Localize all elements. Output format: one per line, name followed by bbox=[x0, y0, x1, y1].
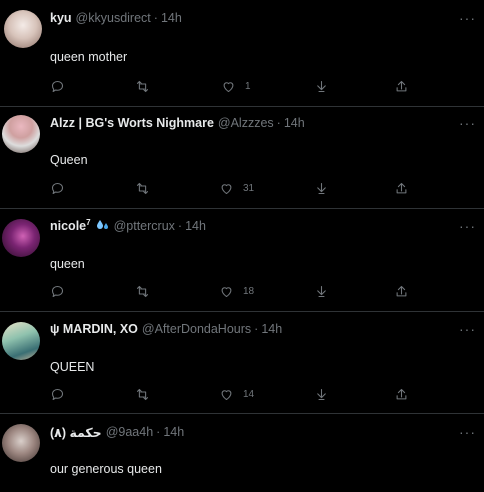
timestamp[interactable]: 14h bbox=[161, 11, 182, 25]
display-name[interactable]: nicole7 bbox=[50, 218, 91, 233]
tweet[interactable]: (٨) حكمة @9aa4h · 14h ··· our generous q… bbox=[0, 414, 484, 492]
share-icon bbox=[396, 182, 407, 193]
like-button[interactable]: 1 bbox=[221, 77, 251, 95]
tweet-text: our generous queen bbox=[50, 462, 162, 476]
download-icon bbox=[317, 182, 326, 194]
tweet-header: (٨) حكمة @9aa4h · 14h bbox=[50, 422, 184, 442]
tweet-text: Queen bbox=[50, 153, 88, 167]
download-icon bbox=[317, 388, 326, 400]
action-bar: 14 bbox=[0, 385, 484, 403]
display-name[interactable]: ψ MARDIN, XO bbox=[50, 322, 138, 336]
user-handle[interactable]: @Alzzzes bbox=[218, 116, 274, 130]
tweet-text: queen bbox=[50, 257, 85, 271]
avatar[interactable] bbox=[4, 10, 42, 48]
separator-dot: · bbox=[254, 322, 259, 336]
like-icon bbox=[221, 183, 232, 194]
user-handle[interactable]: @pttercrux bbox=[114, 219, 175, 233]
download-button[interactable] bbox=[314, 77, 329, 95]
share-button[interactable] bbox=[394, 179, 409, 197]
more-options-icon[interactable]: ··· bbox=[459, 115, 476, 131]
download-button[interactable] bbox=[314, 385, 329, 403]
reply-icon bbox=[51, 388, 64, 400]
share-icon bbox=[396, 285, 407, 296]
user-handle[interactable]: @AfterDondaHours bbox=[142, 322, 251, 336]
more-options-icon[interactable]: ··· bbox=[459, 321, 476, 337]
tweet-text: QUEEN bbox=[50, 360, 95, 374]
download-button[interactable] bbox=[314, 179, 329, 197]
download-icon bbox=[317, 285, 326, 297]
like-count: 1 bbox=[245, 80, 251, 92]
like-icon bbox=[221, 286, 232, 297]
avatar[interactable] bbox=[2, 115, 40, 153]
tweet-header: Alzz | BG's Worts Nighmare @Alzzzes · 14… bbox=[50, 113, 305, 133]
like-icon bbox=[221, 389, 232, 400]
like-count: 31 bbox=[243, 182, 255, 194]
retweet-button[interactable] bbox=[135, 77, 150, 95]
download-icon bbox=[317, 80, 326, 92]
timestamp[interactable]: 14h bbox=[163, 425, 184, 439]
tweet[interactable]: nicole7 @pttercrux · 14h ··· queen 18 bbox=[0, 209, 484, 312]
like-count: 14 bbox=[243, 388, 255, 400]
more-options-icon[interactable]: ··· bbox=[459, 10, 476, 26]
retweet-icon bbox=[136, 182, 149, 194]
reply-icon bbox=[51, 285, 64, 297]
more-options-icon[interactable]: ··· bbox=[459, 424, 476, 440]
retweet-button[interactable] bbox=[135, 282, 150, 300]
retweet-button[interactable] bbox=[135, 179, 150, 197]
reply-button[interactable] bbox=[50, 385, 65, 403]
retweet-icon bbox=[136, 285, 149, 297]
separator-dot: · bbox=[153, 11, 158, 25]
action-bar: 18 bbox=[0, 282, 484, 300]
reply-button[interactable] bbox=[50, 179, 65, 197]
like-button[interactable]: 14 bbox=[219, 385, 254, 403]
like-icon bbox=[223, 81, 234, 92]
share-button[interactable] bbox=[394, 77, 409, 95]
display-name[interactable]: (٨) حكمة bbox=[50, 425, 102, 440]
like-button[interactable]: 18 bbox=[219, 282, 254, 300]
reply-button[interactable] bbox=[50, 77, 65, 95]
timestamp[interactable]: 14h bbox=[185, 219, 206, 233]
display-name-text: nicole bbox=[50, 219, 87, 234]
like-button[interactable]: 31 bbox=[219, 179, 254, 197]
download-button[interactable] bbox=[314, 282, 329, 300]
retweet-icon bbox=[136, 80, 149, 92]
separator-dot: · bbox=[177, 219, 183, 233]
avatar[interactable] bbox=[2, 322, 40, 360]
action-bar: 31 bbox=[0, 179, 484, 197]
reply-icon bbox=[51, 80, 64, 92]
tweet-header: kyu @kkyusdirect · 14h bbox=[50, 8, 182, 28]
share-icon bbox=[396, 80, 407, 91]
display-name[interactable]: Alzz | BG's Worts Nighmare bbox=[50, 116, 214, 130]
share-button[interactable] bbox=[394, 385, 409, 403]
reply-button[interactable] bbox=[50, 282, 65, 300]
tweet-text: queen mother bbox=[50, 50, 128, 64]
tweet-header: nicole7 @pttercrux · 14h bbox=[50, 216, 206, 236]
more-options-icon[interactable]: ··· bbox=[459, 218, 476, 234]
retweet-button[interactable] bbox=[135, 385, 150, 403]
avatar[interactable] bbox=[2, 424, 40, 462]
separator-dot: · bbox=[276, 116, 281, 130]
tweet[interactable]: Alzz | BG's Worts Nighmare @Alzzzes · 14… bbox=[0, 107, 484, 209]
tweet-feed: kyu @kkyusdirect · 14h ··· queen mother … bbox=[0, 0, 484, 492]
timestamp[interactable]: 14h bbox=[261, 322, 282, 336]
user-handle[interactable]: @kkyusdirect bbox=[76, 11, 151, 25]
action-bar: 1 bbox=[0, 77, 484, 95]
like-count: 18 bbox=[243, 285, 255, 297]
tweet[interactable]: kyu @kkyusdirect · 14h ··· queen mother … bbox=[0, 0, 484, 107]
user-handle[interactable]: @9aa4h bbox=[106, 425, 153, 439]
avatar[interactable] bbox=[2, 219, 40, 257]
retweet-icon bbox=[136, 388, 149, 400]
share-button[interactable] bbox=[394, 282, 409, 300]
tweet-header: ψ MARDIN, XO @AfterDondaHours · 14h bbox=[50, 319, 282, 339]
separator-dot: · bbox=[156, 425, 161, 439]
display-name[interactable]: kyu bbox=[50, 11, 72, 25]
share-icon bbox=[396, 388, 407, 399]
display-name-superscript: 7 bbox=[86, 218, 91, 228]
timestamp[interactable]: 14h bbox=[284, 116, 305, 130]
droplets-emoji-icon bbox=[96, 219, 110, 234]
tweet[interactable]: ψ MARDIN, XO @AfterDondaHours · 14h ··· … bbox=[0, 312, 484, 414]
reply-icon bbox=[51, 182, 64, 194]
